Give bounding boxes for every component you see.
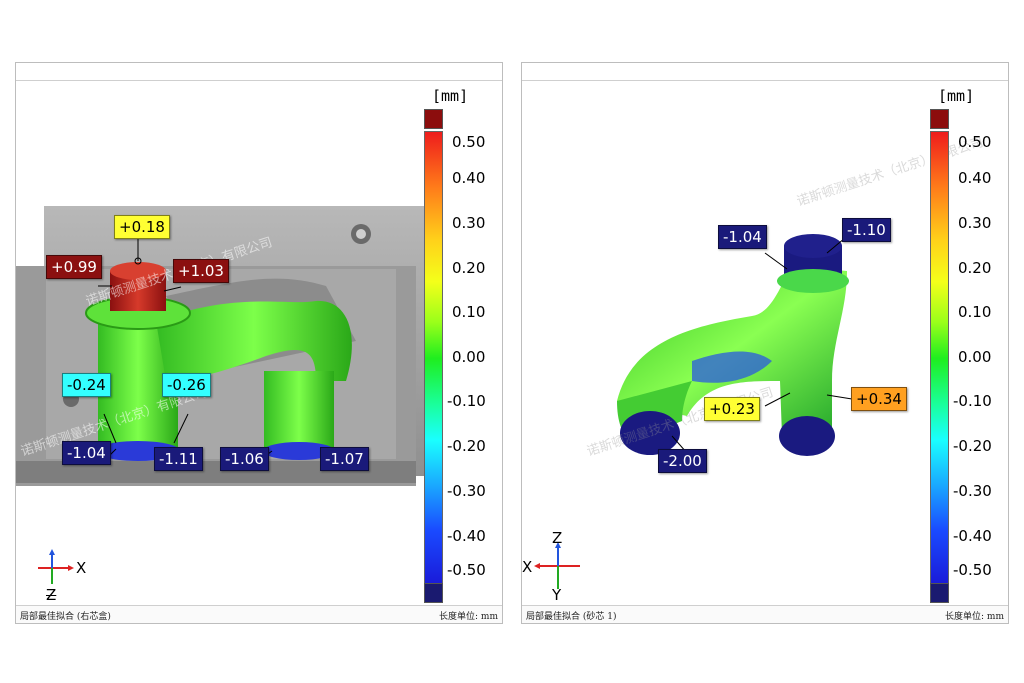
scale-tick: 0.10 xyxy=(958,303,992,321)
length-unit-label: 长度单位: mm xyxy=(439,612,498,622)
deviation-label[interactable]: -1.04 xyxy=(718,225,767,249)
panel-header xyxy=(522,63,1008,81)
3d-viewport[interactable]: 诺斯顿测量技术（北京）有限公司 诺斯顿测量技术（北京）有限公司 -1.04 -1… xyxy=(522,81,1008,606)
scale-tick: 0.40 xyxy=(958,169,992,187)
scale-unit: [mm] xyxy=(938,87,975,105)
scale-tick: -0.10 xyxy=(447,392,486,410)
deviation-label[interactable]: +0.23 xyxy=(704,397,760,421)
deviation-label[interactable]: +0.18 xyxy=(114,215,170,239)
deviation-label[interactable]: -0.26 xyxy=(162,373,211,397)
scale-tick: -0.10 xyxy=(953,392,992,410)
deviation-label[interactable]: -0.24 xyxy=(62,373,111,397)
scale-tick: -0.40 xyxy=(447,527,486,545)
scale-tick: 0.30 xyxy=(452,214,486,232)
deviation-label[interactable]: +0.99 xyxy=(46,255,102,279)
deviation-label[interactable]: -1.04 xyxy=(62,441,111,465)
deviation-label[interactable]: -1.07 xyxy=(320,447,369,471)
scale-tick: -0.30 xyxy=(447,482,486,500)
color-scale-bar xyxy=(930,131,949,586)
axis-z-label: Z xyxy=(46,586,57,604)
status-bar: 局部最佳拟合 (右芯盒) 长度单位: mm xyxy=(16,605,502,623)
deviation-label[interactable]: -1.10 xyxy=(842,218,891,242)
scale-tick: -0.20 xyxy=(447,437,486,455)
length-unit-label: 长度单位: mm xyxy=(945,612,1004,622)
status-bar: 局部最佳拟合 (砂芯 1) 长度单位: mm xyxy=(522,605,1008,623)
deviation-label[interactable]: -1.06 xyxy=(220,447,269,471)
deviation-label[interactable]: +0.34 xyxy=(851,387,907,411)
scale-tick: 0.50 xyxy=(452,133,486,151)
scale-tick: 0.20 xyxy=(452,259,486,277)
axis-x-label: X xyxy=(76,559,87,577)
fit-mode-label: 局部最佳拟合 (右芯盒) xyxy=(20,612,111,622)
scale-tick: 0.40 xyxy=(452,169,486,187)
scale-tick: 0.00 xyxy=(452,348,486,366)
deviation-label[interactable]: -2.00 xyxy=(658,449,707,473)
scale-over-cap xyxy=(424,109,443,129)
scale-tick: 0.50 xyxy=(958,133,992,151)
scale-unit: [mm] xyxy=(432,87,469,105)
deviation-panel-left: 诺斯顿测量技术（北京）有限公司 诺斯顿测量技术（北京）有限公司 +0.18 +0… xyxy=(15,62,503,624)
scale-tick: -0.20 xyxy=(953,437,992,455)
axis-x-label: X xyxy=(522,558,533,576)
deviation-label[interactable]: -1.11 xyxy=(154,447,203,471)
scale-tick: -0.50 xyxy=(447,561,486,579)
scale-under-cap xyxy=(424,583,443,603)
scale-under-cap xyxy=(930,583,949,603)
scale-tick: 0.30 xyxy=(958,214,992,232)
panel-header xyxy=(16,63,502,81)
scale-tick: -0.50 xyxy=(953,561,992,579)
scale-tick: -0.40 xyxy=(953,527,992,545)
scale-over-cap xyxy=(930,109,949,129)
scale-tick: 0.20 xyxy=(958,259,992,277)
scale-tick: 0.10 xyxy=(452,303,486,321)
3d-viewport[interactable]: 诺斯顿测量技术（北京）有限公司 诺斯顿测量技术（北京）有限公司 +0.18 +0… xyxy=(16,81,502,606)
axis-z-label: Z xyxy=(552,529,563,547)
fit-mode-label: 局部最佳拟合 (砂芯 1) xyxy=(526,612,617,622)
deviation-label[interactable]: +1.03 xyxy=(173,259,229,283)
deviation-panel-right: 诺斯顿测量技术（北京）有限公司 诺斯顿测量技术（北京）有限公司 -1.04 -1… xyxy=(521,62,1009,624)
scale-tick: 0.00 xyxy=(958,348,992,366)
scale-tick: -0.30 xyxy=(953,482,992,500)
axis-y-label: Y xyxy=(552,586,562,604)
color-scale-bar xyxy=(424,131,443,586)
